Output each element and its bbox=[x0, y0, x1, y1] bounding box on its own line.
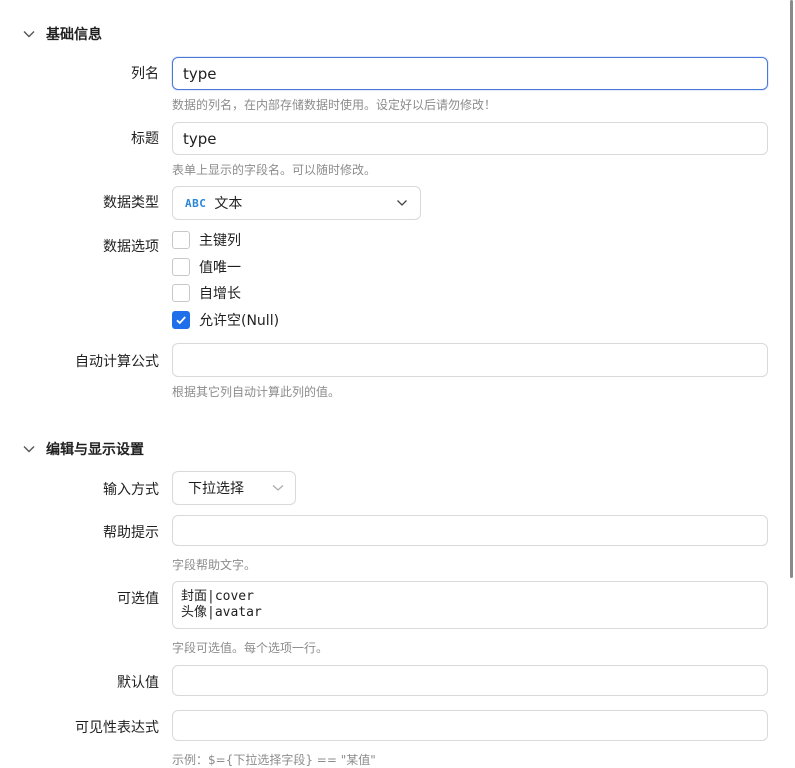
data-type-value: 文本 bbox=[214, 196, 243, 212]
caption-input[interactable]: type bbox=[172, 122, 768, 155]
options-line: 头像|avatar bbox=[181, 605, 262, 620]
section-basic-header[interactable]: 基础信息 bbox=[22, 23, 102, 45]
options-hint: 字段可选值。每个选项一行。 bbox=[172, 641, 329, 655]
input-mode-select[interactable]: 下拉选择 bbox=[172, 471, 296, 505]
option-label: 自增长 bbox=[199, 286, 241, 302]
section-title: 基础信息 bbox=[46, 27, 102, 43]
default-value-label: 默认值 bbox=[117, 675, 159, 691]
option-auto-increment[interactable]: 自增长 bbox=[172, 283, 241, 303]
options-textarea[interactable]: 封面|cover 头像|avatar bbox=[172, 581, 768, 629]
formula-label: 自动计算公式 bbox=[75, 354, 159, 370]
visibility-expr-hint: 示例：$={下拉选择字段} == "某值" bbox=[172, 753, 376, 767]
section-title: 编辑与显示设置 bbox=[46, 442, 144, 458]
caption-hint: 表单上显示的字段名。可以随时修改。 bbox=[172, 163, 377, 177]
section-display-header[interactable]: 编辑与显示设置 bbox=[22, 438, 144, 460]
scrollbar[interactable] bbox=[790, 0, 793, 578]
checkbox[interactable] bbox=[172, 284, 190, 302]
column-name-value: type bbox=[183, 64, 217, 83]
chevron-down-icon bbox=[23, 31, 35, 38]
option-primary-key[interactable]: 主键列 bbox=[172, 230, 241, 250]
input-mode-value: 下拉选择 bbox=[188, 481, 244, 497]
text-type-icon: ABC bbox=[185, 196, 207, 210]
caption-label: 标题 bbox=[131, 131, 159, 147]
caption-value: type bbox=[183, 129, 217, 148]
option-nullable[interactable]: 允许空(Null) bbox=[172, 310, 279, 330]
visibility-expr-label: 可见性表达式 bbox=[75, 720, 159, 736]
help-text-hint: 字段帮助文字。 bbox=[172, 558, 257, 572]
options-line: 封面|cover bbox=[181, 589, 254, 604]
check-icon bbox=[176, 316, 186, 325]
chevron-down-icon bbox=[397, 200, 407, 206]
option-label: 允许空(Null) bbox=[199, 313, 280, 329]
checkbox[interactable] bbox=[172, 258, 190, 276]
chevron-down-icon bbox=[23, 446, 35, 453]
formula-hint: 根据其它列自动计算此列的值。 bbox=[172, 385, 341, 399]
column-name-hint: 数据的列名，在内部存储数据时使用。设定好以后请勿修改！ bbox=[172, 98, 497, 112]
option-label: 主键列 bbox=[199, 233, 241, 249]
checkbox-checked[interactable] bbox=[172, 311, 190, 329]
column-name-input[interactable]: type bbox=[172, 57, 768, 90]
options-label: 可选值 bbox=[117, 591, 159, 607]
default-value-input[interactable] bbox=[172, 665, 768, 696]
checkbox[interactable] bbox=[172, 231, 190, 249]
data-type-select[interactable]: ABC 文本 bbox=[172, 186, 421, 220]
option-label: 值唯一 bbox=[199, 260, 241, 276]
input-mode-label: 输入方式 bbox=[103, 482, 159, 498]
help-text-label: 帮助提示 bbox=[103, 525, 159, 541]
chevron-down-icon bbox=[272, 485, 284, 491]
formula-input[interactable] bbox=[172, 343, 768, 377]
visibility-expr-input[interactable] bbox=[172, 710, 768, 741]
data-type-label: 数据类型 bbox=[103, 195, 159, 211]
help-text-input[interactable] bbox=[172, 515, 768, 546]
column-name-label: 列名 bbox=[131, 66, 159, 82]
data-options-label: 数据选项 bbox=[103, 239, 159, 255]
option-unique[interactable]: 值唯一 bbox=[172, 257, 241, 277]
